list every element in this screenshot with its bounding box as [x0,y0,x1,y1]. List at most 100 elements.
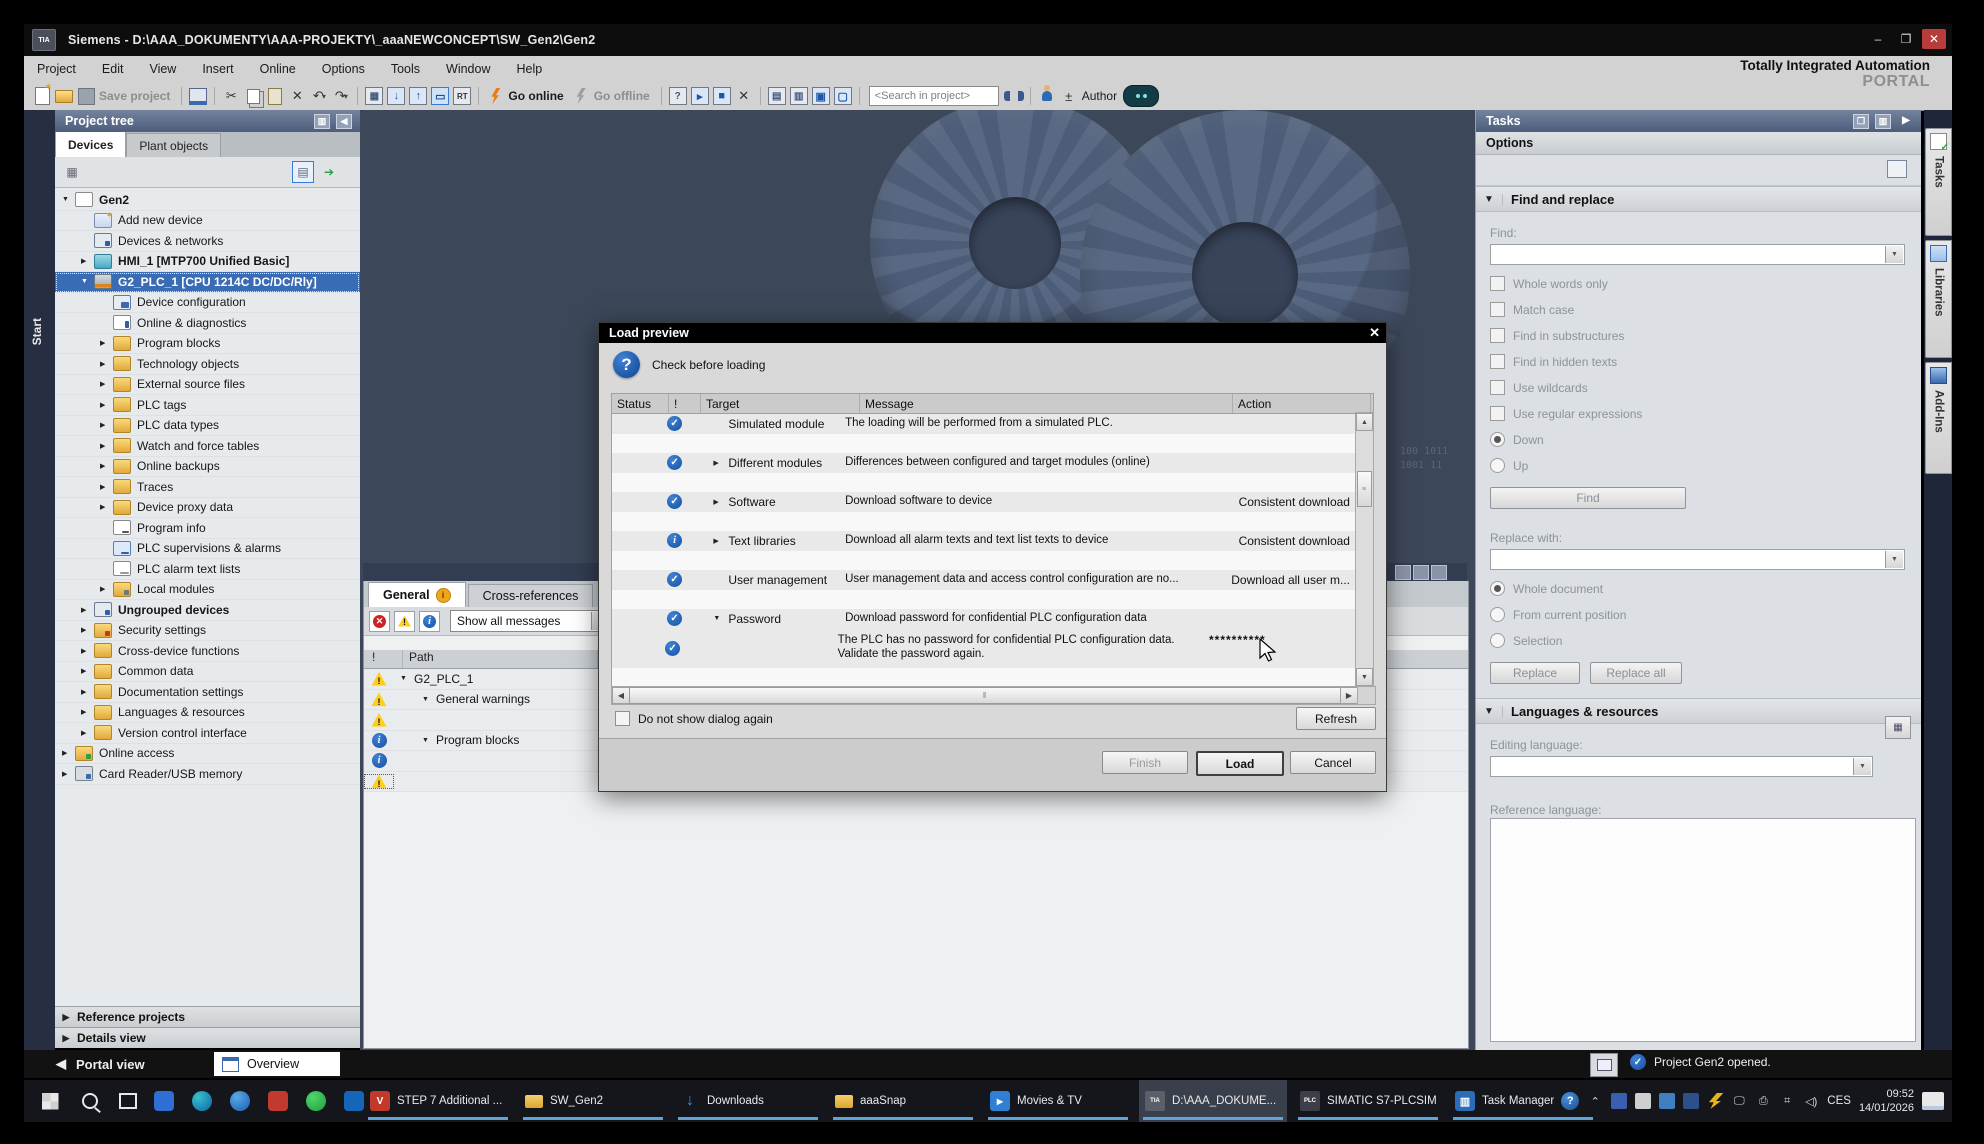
tree-item[interactable]: ▶ Version control interface [55,723,360,744]
load-preview-row[interactable]: Simulated module The loading will be per… [612,414,1358,434]
paste-icon[interactable] [265,86,285,106]
tree-item[interactable]: ▶ Languages & resources [55,703,360,724]
portal-view-switch[interactable]: ◀ Portal view [56,1056,145,1072]
upload-from-device-icon[interactable]: ↑ [408,86,428,106]
scroll-left-icon[interactable]: ◀ [612,687,630,704]
columns-icon[interactable]: ▥ [314,114,330,129]
dialog-close-icon[interactable]: ✕ [1369,325,1380,341]
checkbox-box[interactable] [1490,328,1505,343]
action-value[interactable] [1204,590,1358,610]
load-preview-row[interactable] [612,668,1358,688]
outlook-icon[interactable] [342,1089,366,1113]
radio-circle[interactable] [1490,581,1505,596]
checkbox-box[interactable] [1490,380,1505,395]
radio-circle[interactable] [1490,458,1505,473]
new-project-icon[interactable] [32,86,52,106]
split-editor-vertical-icon[interactable]: ▥ [789,86,809,106]
tree-item[interactable]: ▶ Card Reader/USB memory [55,764,360,785]
action-value[interactable] [1204,434,1358,454]
col-path[interactable]: Path [403,650,598,668]
row-expand-icon[interactable]: ▼ [400,675,414,682]
dropdown-arrow-icon[interactable]: ▼ [1885,551,1903,568]
window-layout-icon[interactable]: ▣ [811,86,831,106]
diagnostics-window-icon[interactable] [1431,565,1447,580]
tree-item[interactable]: ▶ Common data [55,662,360,683]
taskbar-window-button[interactable]: aaaSnap [829,1080,977,1122]
cut-icon[interactable]: ✂ [221,86,241,106]
save-project-label[interactable]: Save project [99,89,170,103]
help-tray-icon[interactable]: ? [1561,1092,1579,1110]
tree-tab[interactable]: Plant objects [126,133,221,157]
photos-app-icon[interactable] [152,1089,176,1113]
tree-expand-icon[interactable]: ▶ [81,729,94,737]
editing-language-select[interactable]: ▼ [1490,756,1873,777]
action-value[interactable]: Download all user m... [1204,570,1358,590]
tree-item[interactable]: ▶ Traces [55,477,360,498]
row-expand-icon[interactable]: ▼ [422,696,436,703]
load-preview-row[interactable]: ▼ Password Download password for confide… [612,609,1358,629]
action-value[interactable] [1204,414,1358,434]
go-online-icon[interactable] [485,86,505,106]
dont-show-again-checkbox[interactable] [615,711,630,726]
languages-header[interactable]: ▼ Languages & resources [1476,698,1921,724]
row-expand-icon[interactable]: ▶ [687,459,728,467]
action-value[interactable] [1204,512,1358,532]
open-project-icon[interactable] [54,86,74,106]
save-project-icon[interactable] [76,86,96,106]
menu-item[interactable]: Project [24,62,89,76]
load-preview-row[interactable]: ▶ Software Download software to device C… [612,492,1358,512]
device-view-icon[interactable]: ▦ [61,161,83,183]
info-window-icon[interactable] [1413,565,1429,580]
collapse-panel-icon[interactable]: ◀ [336,114,352,129]
replace-input[interactable]: ▼ [1490,549,1905,570]
side-tab-libraries[interactable]: Libraries [1925,240,1952,358]
load-button[interactable]: Load [1196,751,1284,776]
tree-expand-icon[interactable]: ▼ [81,278,94,285]
checkbox-box[interactable] [1490,354,1505,369]
print-icon[interactable] [188,86,208,106]
user-caret-icon[interactable]: ± [1059,86,1079,106]
properties-window-icon[interactable] [1395,565,1411,580]
tree-item[interactable]: ▶ External source files [55,375,360,396]
direction-radio[interactable]: Up [1490,458,1921,473]
tree-expand-icon[interactable]: ▶ [100,360,113,368]
go-offline-icon[interactable] [571,86,591,106]
side-tab-tasks[interactable]: Tasks [1925,128,1952,236]
network-icon[interactable]: ⌗ [1779,1093,1795,1109]
load-preview-row[interactable] [612,512,1358,532]
checkbox-box[interactable] [1490,302,1505,317]
bottom-bar[interactable]: ▶ Details view [55,1027,360,1048]
dropdown-arrow-icon[interactable]: ▼ [1853,758,1871,775]
scope-radio[interactable]: Whole document [1490,581,1921,596]
tray-people-icon[interactable] [1659,1093,1675,1109]
row-expand-icon[interactable]: ▼ [422,737,436,744]
download-to-device-icon[interactable]: ↓ [386,86,406,106]
col-action[interactable]: Action [1233,394,1371,413]
scroll-down-icon[interactable]: ▼ [1356,668,1373,686]
find-option-checkbox[interactable]: Find in substructures [1490,328,1921,343]
notification-center-icon[interactable] [1922,1092,1944,1110]
action-value[interactable] [1204,609,1358,629]
tree-item[interactable]: Devices & networks [55,231,360,252]
user-icon[interactable] [1037,86,1057,106]
go-online-label[interactable]: Go online [508,89,563,103]
direction-radio[interactable]: Down [1490,432,1921,447]
tree-item[interactable]: Online & diagnostics [55,313,360,334]
replace-all-button[interactable]: Replace all [1590,662,1682,684]
tree-item[interactable]: ▶ Watch and force tables [55,436,360,457]
status-monitor-icon[interactable] [1590,1053,1618,1077]
taskbar-window-button[interactable]: D:\AAA_DOKUME... [1139,1080,1287,1122]
tree-item[interactable]: ▶ Online backups [55,457,360,478]
taskbar-window-button[interactable]: SIMATIC S7-PLCSIM [1294,1080,1442,1122]
add-language-button[interactable]: ▦ [1885,716,1911,739]
tree-item[interactable]: ▶ Cross-device functions [55,641,360,662]
diagram-view-icon[interactable]: ➔ [318,161,340,183]
tray-usb-icon[interactable]: ⎙ [1755,1093,1771,1109]
load-preview-row[interactable] [612,551,1358,571]
tree-expand-icon[interactable]: ▶ [100,421,113,429]
scroll-up-icon[interactable]: ▲ [1356,413,1373,431]
tree-item[interactable]: ▶ Online access [55,744,360,765]
tree-expand-icon[interactable]: ▶ [81,647,94,655]
menu-item[interactable]: Window [433,62,503,76]
load-preview-row[interactable]: ▶ Text libraries Download all alarm text… [612,531,1358,551]
